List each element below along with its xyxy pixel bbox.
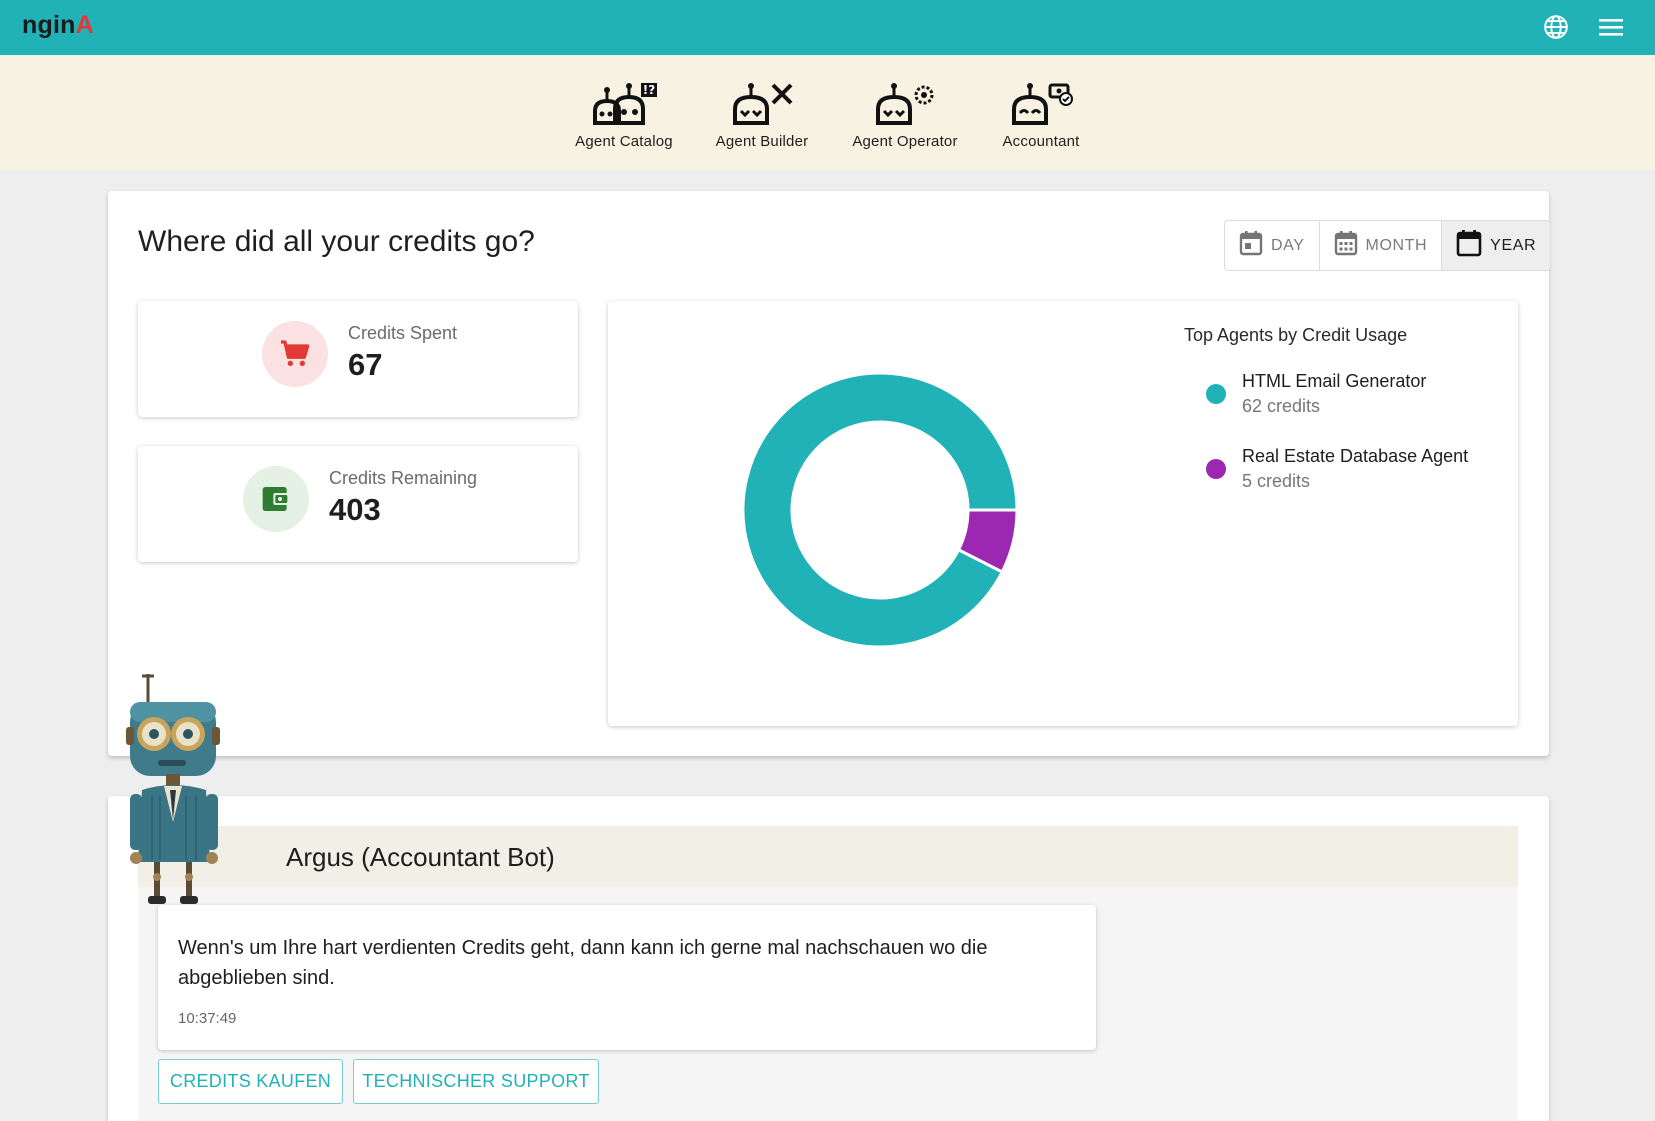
nav-item-agent-catalog[interactable]: !? Agent Catalog [574, 75, 674, 150]
legend-label: HTML Email Generator [1242, 371, 1427, 391]
credit-usage-chart: Top Agents by Credit Usage HTML Email Ge… [608, 301, 1518, 726]
legend-value: 62 credits [1242, 396, 1321, 416]
globe-icon[interactable] [1541, 12, 1571, 42]
logo-accent: A [75, 11, 94, 39]
bot-name: Argus (Accountant Bot) [286, 842, 555, 872]
period-toggle: DAY MONTH YEAR [1224, 220, 1552, 271]
chat-area: Wenn's um Ihre hart verdienten Credits g… [138, 887, 1518, 1121]
app-logo[interactable]: nginA [22, 11, 94, 40]
nav-item-accountant[interactable]: Accountant [996, 75, 1086, 150]
period-label: DAY [1271, 236, 1305, 254]
svg-text:!?: !? [643, 83, 655, 97]
agent-nav: !? Agent Catalog Agent Builder Agent Ope… [0, 55, 1655, 170]
technical-support-button[interactable]: TECHNISCHER SUPPORT [353, 1059, 599, 1104]
accountant-bot-card: Argus (Accountant Bot) Wenn's um Ihre ha… [108, 796, 1549, 1121]
message-timestamp: 10:37:49 [178, 1010, 237, 1027]
nav-label: Agent Operator [852, 133, 958, 150]
chart-title: Top Agents by Credit Usage [1184, 325, 1408, 345]
nav-label: Accountant [1002, 133, 1080, 150]
wallet-icon [243, 466, 309, 532]
credits-remaining-card: Credits Remaining 403 [138, 446, 578, 562]
buy-credits-button[interactable]: CREDITS KAUFEN [158, 1059, 343, 1104]
logo-text: ngin [22, 11, 76, 39]
period-month-button[interactable]: MONTH [1319, 221, 1443, 270]
robot-money-icon [996, 75, 1086, 127]
donut-chart [741, 371, 1019, 649]
period-label: YEAR [1490, 236, 1537, 254]
calendar-day-icon [1239, 230, 1263, 261]
period-label: MONTH [1365, 236, 1428, 254]
credits-spent-label: Credits Spent [348, 323, 458, 343]
legend-swatch [1206, 459, 1226, 479]
calendar-month-icon [1334, 230, 1358, 261]
top-app-bar: nginA [0, 0, 1655, 55]
legend-value: 5 credits [1242, 471, 1311, 491]
nav-label: Agent Builder [715, 133, 809, 150]
period-year-button[interactable]: YEAR [1442, 221, 1551, 270]
credits-spent-card: Credits Spent 67 [138, 301, 578, 417]
robot-gear-icon [850, 75, 960, 127]
cart-icon [262, 321, 328, 387]
robot-avatar [126, 672, 236, 907]
hamburger-menu-icon[interactable] [1596, 12, 1626, 42]
credits-spent-value: 67 [348, 347, 383, 382]
legend-swatch [1206, 384, 1226, 404]
credits-remaining-value: 403 [329, 492, 381, 527]
credits-overview-card: Where did all your credits go? DAY MONTH… [108, 191, 1552, 756]
legend-label: Real Estate Database Agent [1242, 446, 1469, 466]
nav-label: Agent Catalog [575, 133, 673, 150]
credits-remaining-label: Credits Remaining [329, 468, 478, 488]
nav-item-agent-operator[interactable]: Agent Operator [850, 75, 960, 150]
page-title: Where did all your credits go? [138, 225, 535, 258]
calendar-year-icon [1456, 229, 1482, 262]
chat-message: Wenn's um Ihre hart verdienten Credits g… [158, 905, 1096, 1050]
nav-item-agent-builder[interactable]: Agent Builder [712, 75, 812, 150]
robots-catalog-icon: !? [574, 75, 674, 127]
robot-tools-icon [712, 75, 812, 127]
period-day-button[interactable]: DAY [1225, 221, 1320, 270]
message-text: Wenn's um Ihre hart verdienten Credits g… [178, 937, 988, 989]
bot-header: Argus (Accountant Bot) [138, 826, 1518, 887]
